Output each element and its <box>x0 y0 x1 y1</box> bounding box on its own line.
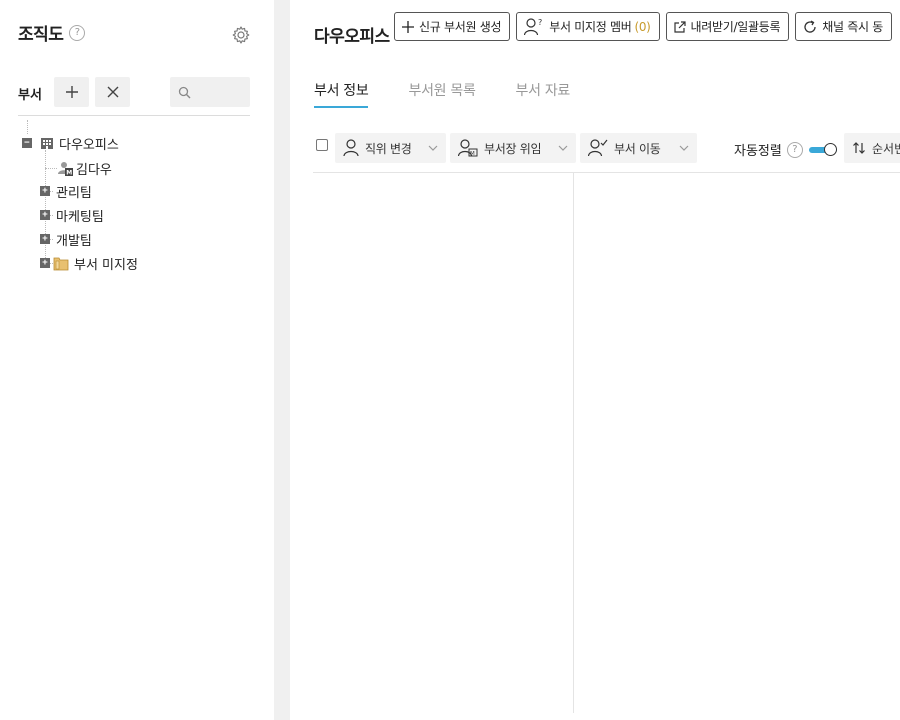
sort-icon <box>853 142 865 154</box>
tree-node-dept[interactable]: + 개발팀 <box>40 229 92 249</box>
expand-toggle[interactable]: + <box>40 210 50 220</box>
svg-text:M: M <box>66 170 72 176</box>
refresh-icon <box>804 19 816 33</box>
move-dept-dropdown[interactable]: 부서 이동 <box>580 133 697 163</box>
department-label: 부서 <box>18 88 42 103</box>
unassigned-members-label: 부서 미지정 멤버 <box>549 20 632 34</box>
department-search[interactable] <box>170 77 250 107</box>
change-position-label: 직위 변경 <box>365 141 412 156</box>
search-input[interactable] <box>195 85 239 99</box>
main-panel: 다우오피스 신규 부서원 생성 ? 부서 미지정 멤버 (0) 내려받기/일괄등… <box>290 0 900 720</box>
unassigned-members-button[interactable]: ? 부서 미지정 멤버 (0) <box>516 12 660 41</box>
help-icon[interactable]: ? <box>786 141 803 158</box>
add-department-button[interactable] <box>54 77 89 107</box>
delete-department-button[interactable] <box>95 77 130 107</box>
tree-node-member[interactable]: M 김다우 <box>58 158 112 178</box>
sort-order-label: 순서변 <box>872 141 900 156</box>
delegate-head-dropdown[interactable]: M 부서장 위임 <box>450 133 576 163</box>
auto-sort: 자동정렬 ? <box>734 140 839 159</box>
external-link-icon <box>673 20 686 33</box>
sidebar-header: 조직도 ? <box>18 20 86 45</box>
action-buttons: 신규 부서원 생성 ? 부서 미지정 멤버 (0) 내려받기/일괄등록 채널 즉… <box>394 12 892 41</box>
member-toolbar: 직위 변경 M 부서장 위임 부서 이동 자동정렬 ? 순서변 <box>314 133 900 165</box>
chevron-down-icon <box>679 145 689 151</box>
sidebar-title: 조직도 <box>18 25 64 45</box>
user-manager-icon: M <box>58 162 73 176</box>
svg-text:?: ? <box>538 18 542 27</box>
download-register-button[interactable]: 내려받기/일괄등록 <box>665 12 790 41</box>
chevron-down-icon <box>558 145 568 151</box>
tree-connector <box>45 168 57 169</box>
tree-node-label: 개발팀 <box>56 233 92 249</box>
unassigned-count: (0) <box>634 19 651 34</box>
change-position-dropdown[interactable]: 직위 변경 <box>335 133 446 163</box>
panel-gutter <box>274 0 290 720</box>
channel-sync-button[interactable]: 채널 즉시 동 <box>795 12 892 41</box>
tab-dept-files[interactable]: 부서 자료 <box>516 80 571 108</box>
plus-icon <box>402 20 414 33</box>
sort-order-button[interactable]: 순서변 <box>844 133 900 163</box>
svg-text:M: M <box>470 151 475 157</box>
tree-node-unassigned[interactable]: + 부서 미지정 <box>40 253 138 273</box>
toggle-knob <box>823 142 837 156</box>
collapse-toggle[interactable]: − <box>22 138 32 148</box>
create-member-label: 신규 부서원 생성 <box>419 20 502 34</box>
tree-node-label: 관리팀 <box>56 185 92 201</box>
page-title: 다우오피스 <box>314 27 390 47</box>
download-register-label: 내려받기/일괄등록 <box>690 20 781 34</box>
user-icon <box>343 139 359 157</box>
tab-bar: 부서 정보 부서원 목록 부서 자료 <box>314 80 570 108</box>
tree-node-label: 김다우 <box>76 162 112 178</box>
user-check-icon <box>588 139 608 157</box>
sidebar-divider <box>18 115 250 116</box>
expand-toggle[interactable]: + <box>40 258 50 268</box>
department-toolbar: 부서 <box>18 77 250 107</box>
folder-icon <box>53 257 69 271</box>
tree-node-label: 부서 미지정 <box>74 257 138 273</box>
expand-toggle[interactable]: + <box>40 234 50 244</box>
plus-icon <box>65 86 78 98</box>
tree-connector <box>27 120 28 134</box>
chevron-down-icon <box>428 145 438 151</box>
delegate-head-label: 부서장 위임 <box>484 141 542 156</box>
tree-node-label: 다우오피스 <box>59 137 119 153</box>
user-badge-icon: M <box>458 139 478 157</box>
user-question-icon: ? <box>524 18 543 35</box>
select-all-checkbox[interactable] <box>316 139 328 151</box>
tab-dept-info[interactable]: 부서 정보 <box>314 80 369 108</box>
org-chart-sidebar: 조직도 ? 부서 − 다우오피스 M 김다우 + 관리팀 + 마케팅팀 + 개발… <box>0 0 274 720</box>
tree-node-dept[interactable]: + 마케팅팀 <box>40 205 104 225</box>
move-dept-label: 부서 이동 <box>614 141 661 156</box>
content-divider <box>313 172 900 173</box>
help-icon[interactable]: ? <box>69 24 86 41</box>
close-icon <box>107 86 118 98</box>
create-member-button[interactable]: 신규 부서원 생성 <box>394 12 511 41</box>
tree-node-dept[interactable]: + 관리팀 <box>40 181 92 201</box>
tree-node-label: 마케팅팀 <box>56 209 104 225</box>
expand-toggle[interactable]: + <box>40 186 50 196</box>
auto-sort-label: 자동정렬 <box>734 144 782 159</box>
tree-node-root[interactable]: − 다우오피스 <box>22 133 119 153</box>
search-icon <box>178 86 191 98</box>
tab-member-list[interactable]: 부서원 목록 <box>408 80 475 108</box>
building-icon <box>41 138 53 149</box>
channel-sync-label: 채널 즉시 동 <box>822 20 883 34</box>
content-column-divider <box>573 173 574 713</box>
gear-icon[interactable] <box>231 25 251 45</box>
auto-sort-toggle[interactable] <box>808 142 839 157</box>
